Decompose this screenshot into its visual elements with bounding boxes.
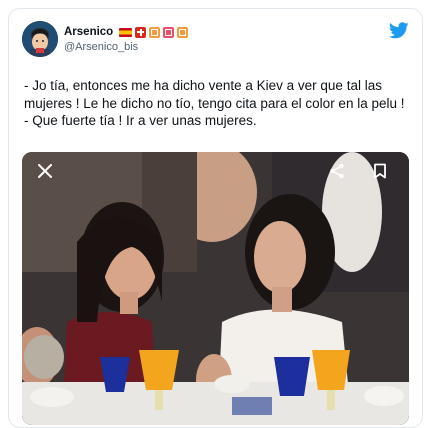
display-name[interactable]: Arsenico [64, 25, 113, 39]
avatar-illustration [22, 21, 58, 57]
tweet-media-photo[interactable] [22, 152, 409, 425]
tweet-line: - Jo tía, entonces me ha dicho vente a K… [24, 78, 405, 111]
kanji-emoji [149, 26, 161, 38]
share-icon [330, 163, 344, 179]
media-bookmark-button[interactable] [367, 158, 393, 184]
twitter-bird-icon[interactable] [389, 22, 409, 39]
close-icon [38, 164, 52, 178]
photo-scene [22, 152, 409, 425]
kanji-emoji [163, 26, 175, 38]
user-handle[interactable]: @Arsenico_bis [64, 41, 138, 54]
media-close-button[interactable] [32, 158, 58, 184]
spain-flag-emoji [119, 27, 133, 37]
tweet-line: - Que fuerte tía ! Ir a ver unas mujeres… [24, 113, 257, 128]
media-share-button[interactable] [324, 158, 350, 184]
tweet-header: Arsenico @Arsenico_bis [9, 9, 422, 65]
kanji-emoji [177, 26, 189, 38]
user-avatar[interactable] [22, 21, 58, 57]
tweet-card: Arsenico @Arsenico_bis - Jo tía, entonce… [8, 8, 423, 428]
swiss-flag-emoji [135, 26, 147, 38]
bookmark-icon [374, 163, 386, 179]
tweet-text: - Jo tía, entonces me ha dicho vente a K… [24, 77, 419, 130]
user-name-line: Arsenico [64, 25, 189, 39]
